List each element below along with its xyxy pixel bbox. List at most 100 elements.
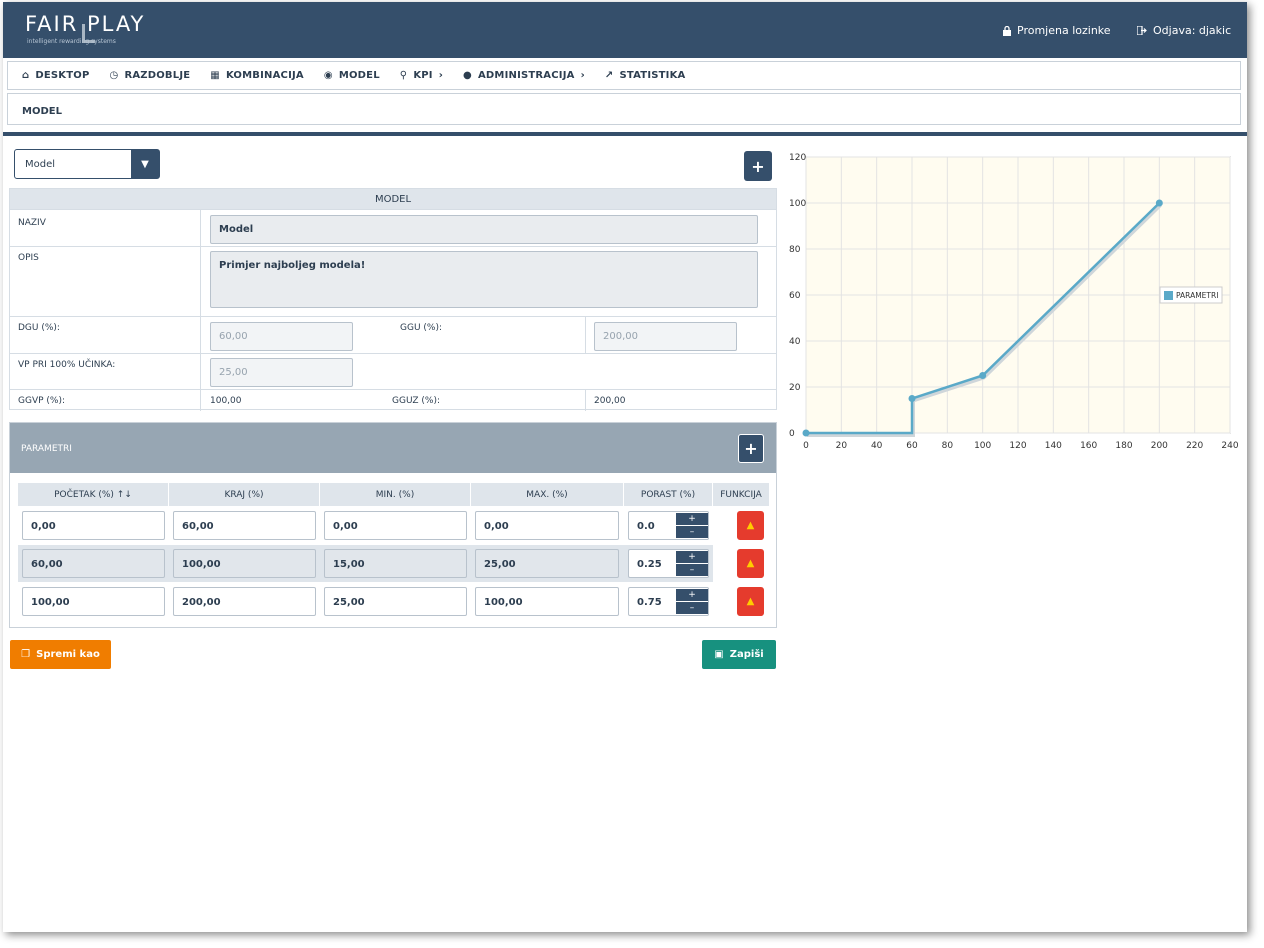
add-model-button[interactable]: + [744, 151, 772, 181]
min-input[interactable]: 25,00 [324, 587, 467, 616]
x-tick-label: 220 [1186, 441, 1203, 451]
sign-out-icon [1137, 26, 1147, 35]
parameters-title: PARAMETRI [10, 423, 776, 473]
start-input[interactable]: 100,00 [22, 587, 165, 616]
opis-label: OPIS [18, 253, 39, 263]
dgu-ggu-row: DGU (%): 60,00 GGU (%): 200,00 [10, 316, 776, 354]
plus-icon: + [751, 156, 765, 176]
gguz-value: 200,00 [594, 396, 626, 406]
copy-icon: ❐ [21, 649, 31, 660]
lightbulb-icon: ⚲ [399, 70, 408, 81]
opis-textarea[interactable]: Primjer najboljeg modela! [210, 251, 758, 308]
x-tick-label: 140 [1045, 441, 1062, 451]
save-as-label: Spremi kao [36, 649, 100, 660]
min-input[interactable]: 15,00 [324, 549, 467, 578]
parameters-panel: PARAMETRI + POČETAK (%) ↑↓ KRAJ (%) MIN.… [9, 422, 777, 628]
nav-item-kombinacija[interactable]: ▦ KOMBINACIJA [210, 70, 304, 81]
change-password-label: Promjena lozinke [1017, 24, 1111, 37]
y-tick-label: 100 [789, 199, 806, 209]
end-input[interactable]: 60,00 [173, 511, 316, 540]
logo-tagline: intelligent rewarding systems [27, 38, 116, 45]
nav-item-desktop[interactable]: ⌂ DESKTOP [22, 70, 90, 81]
plus-icon: + [744, 439, 758, 458]
nav-item-kpi[interactable]: ⚲ KPI › [400, 70, 443, 81]
ggvp-value: 100,00 [210, 396, 242, 406]
logout-label: Odjava: djakic [1153, 24, 1232, 37]
add-parameter-button[interactable]: + [738, 434, 764, 463]
save-button[interactable]: ▣ Zapiši [702, 640, 776, 669]
logo[interactable]: FAIR PLAY [25, 12, 145, 36]
nav-item-model[interactable]: ◉ MODEL [324, 70, 380, 81]
porast-stepper[interactable]: + – [676, 513, 708, 538]
trash-icon: ▲ [746, 520, 755, 531]
col-header-min: MIN. (%) [320, 483, 471, 506]
col-header-start[interactable]: POČETAK (%) ↑↓ [18, 483, 169, 506]
max-input[interactable]: 100,00 [475, 587, 619, 616]
x-tick-label: 180 [1115, 441, 1132, 451]
ggvp-label: GGVP (%): [18, 396, 65, 406]
x-tick-label: 200 [1151, 441, 1168, 451]
change-password-link[interactable]: Promjena lozinke [1003, 24, 1111, 37]
y-tick-label: 120 [789, 153, 806, 163]
cube-icon: ◉ [323, 70, 333, 81]
lock-icon [1003, 25, 1011, 36]
nav-item-statistika[interactable]: ↗ STATISTIKA [605, 70, 686, 81]
parameters-chart: 0 20 40 60 80 100 120 140 160 180 200 220 240 0 20 40 60… [789, 153, 1239, 451]
x-tick-label: 0 [803, 441, 809, 451]
max-input[interactable]: 0,00 [475, 511, 619, 540]
ggu-input[interactable]: 200,00 [594, 322, 737, 351]
logout-link[interactable]: Odjava: djakic [1137, 24, 1231, 37]
model-select-value: Model [25, 159, 56, 170]
nav-item-razdoblje[interactable]: ◷ RAZDOBLJE [110, 70, 191, 81]
nav-item-administracija[interactable]: ● ADMINISTRACIJA › [463, 70, 585, 81]
chevron-down-icon[interactable]: ▼ [131, 150, 159, 178]
model-select[interactable]: Model ▼ [14, 149, 160, 179]
naziv-input[interactable]: Model [210, 215, 758, 244]
nav-item-label: MODEL [338, 70, 380, 81]
dgu-label: DGU (%): [18, 323, 60, 333]
floppy-icon: ▣ [714, 649, 724, 660]
porast-stepper[interactable]: + – [676, 589, 708, 614]
min-input[interactable]: 0,00 [324, 511, 467, 540]
plus-icon[interactable]: + [676, 589, 708, 601]
start-input[interactable]: 0,00 [22, 511, 165, 540]
chevron-right-icon: › [580, 70, 585, 81]
col-header-funkcija: FUNKCIJA [713, 483, 769, 506]
plus-icon[interactable]: + [676, 551, 708, 563]
y-tick-label: 0 [789, 429, 795, 439]
nav-item-label: RAZDOBLJE [124, 70, 191, 81]
legend-swatch [1164, 291, 1173, 300]
y-tick-label: 20 [789, 383, 801, 393]
line-chart-icon: ↗ [604, 70, 614, 81]
series-point [979, 372, 987, 379]
vp-row: VP PRI 100% UČINKA: 25,00 [10, 353, 776, 390]
series-point [1155, 199, 1163, 207]
minus-icon[interactable]: – [676, 564, 708, 576]
trash-icon: ▲ [746, 596, 755, 607]
porast-stepper[interactable]: + – [676, 551, 708, 576]
delete-row-button[interactable]: ▲ [737, 587, 764, 616]
save-as-button[interactable]: ❐ Spremi kao [10, 640, 111, 669]
nav-item-label: KOMBINACIJA [225, 70, 304, 81]
start-input[interactable]: 60,00 [22, 549, 165, 578]
delete-row-button[interactable]: ▲ [737, 511, 764, 540]
delete-row-button[interactable]: ▲ [737, 549, 764, 578]
section-divider [3, 132, 1247, 136]
max-input[interactable]: 25,00 [475, 549, 619, 578]
model-table-title: MODEL [10, 189, 776, 209]
end-input[interactable]: 100,00 [173, 549, 316, 578]
main-nav: ⌂ DESKTOP ◷ RAZDOBLJE ▦ KOMBINACIJA ◉ MO… [7, 61, 1241, 90]
clock-icon: ◷ [109, 70, 119, 81]
nav-item-label: DESKTOP [35, 70, 90, 81]
plus-icon[interactable]: + [676, 513, 708, 525]
vp-input[interactable]: 25,00 [210, 358, 353, 387]
x-tick-label: 80 [942, 441, 954, 451]
breadcrumb: MODEL [7, 93, 1241, 125]
minus-icon[interactable]: – [676, 526, 708, 538]
sort-icon[interactable]: ↑↓ [117, 490, 132, 500]
x-tick-label: 160 [1080, 441, 1097, 451]
dgu-input[interactable]: 60,00 [210, 322, 353, 351]
user-icon: ● [463, 70, 472, 81]
minus-icon[interactable]: – [676, 602, 708, 614]
end-input[interactable]: 200,00 [173, 587, 316, 616]
